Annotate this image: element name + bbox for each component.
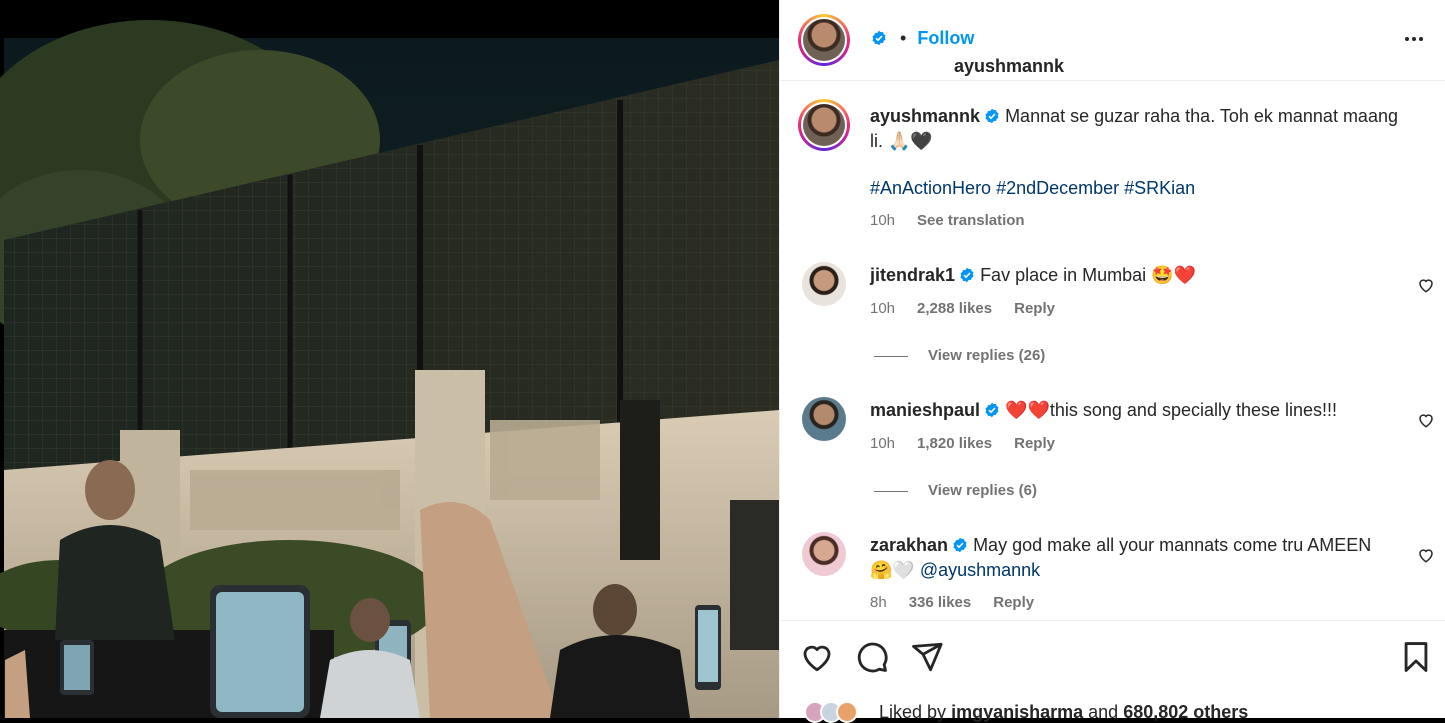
author-avatar[interactable] xyxy=(798,14,850,66)
post-photo-image xyxy=(0,0,779,718)
liked-by-user[interactable]: imgyanisharma xyxy=(951,702,1083,722)
share-icon[interactable] xyxy=(910,640,944,674)
comment-reply-button[interactable]: Reply xyxy=(1014,300,1055,317)
comment-text-block: manieshpaul ❤️❤️this song and specially … xyxy=(870,398,1395,423)
view-replies-line xyxy=(874,490,908,492)
caption-time[interactable]: 10h xyxy=(870,212,895,229)
verified-badge-icon xyxy=(953,537,967,553)
comment-likes[interactable]: 336 likes xyxy=(909,594,972,611)
comment-text-block: jitendrak1 Fav place in Mumbai 🤩❤️ xyxy=(870,263,1395,288)
comment-text-block: zarakhan May god make all your mannats c… xyxy=(870,533,1395,583)
verified-badge-icon xyxy=(985,108,999,124)
comment-text: ❤️❤️this song and specially these lines!… xyxy=(1005,400,1338,420)
view-replies-line xyxy=(874,355,908,357)
caption-text-block: ayushmannk Mannat se guzar raha tha. Toh… xyxy=(870,104,1415,154)
likes-summary[interactable]: Liked by imgyanisharma and 680,802 other… xyxy=(804,701,1248,723)
verified-badge-icon xyxy=(960,267,974,283)
comment-likes[interactable]: 1,820 likes xyxy=(917,435,992,452)
see-translation-button[interactable]: See translation xyxy=(917,212,1025,229)
comment-like-heart-icon[interactable] xyxy=(1417,411,1435,429)
follow-button[interactable]: Follow xyxy=(917,28,974,48)
post-side-panel: ayushmannk • Follow ayushmannk Mannat se… xyxy=(779,0,1445,723)
comment-mention-link[interactable]: @ayushmannk xyxy=(920,560,1040,580)
liked-by-prefix: Liked by xyxy=(879,702,947,722)
comment-time[interactable]: 10h xyxy=(870,435,895,452)
liked-by-count[interactable]: 680,802 others xyxy=(1123,702,1248,722)
post-actions-bar: Liked by imgyanisharma and 680,802 other… xyxy=(780,620,1445,723)
bookmark-icon[interactable] xyxy=(1399,640,1433,674)
caption-meta: 10h See translation xyxy=(870,212,1047,229)
post-photo[interactable] xyxy=(0,0,779,718)
comment-like-heart-icon[interactable] xyxy=(1417,276,1435,294)
more-options-icon[interactable] xyxy=(1399,27,1429,51)
author-username[interactable]: ayushmannk xyxy=(954,56,1064,77)
caption-username[interactable]: ayushmannk xyxy=(870,106,980,126)
commenter-avatar[interactable] xyxy=(802,397,846,441)
heart-icon[interactable] xyxy=(800,640,834,674)
comment-reply-button[interactable]: Reply xyxy=(993,594,1034,611)
comment-username[interactable]: manieshpaul xyxy=(870,400,980,420)
liked-by-middle: and xyxy=(1088,702,1119,722)
view-replies-button[interactable]: View replies (26) xyxy=(874,347,1045,364)
comment-likes[interactable]: 2,288 likes xyxy=(917,300,992,317)
comment-time[interactable]: 8h xyxy=(870,594,887,611)
caption-hashtags[interactable]: #AnActionHero #2ndDecember #SRKian xyxy=(870,176,1395,201)
comment-icon[interactable] xyxy=(855,640,889,674)
comment-username[interactable]: jitendrak1 xyxy=(870,265,955,285)
comments-list[interactable]: ayushmannk Mannat se guzar raha tha. Toh… xyxy=(780,82,1445,618)
comment-meta: 10h 2,288 likes Reply xyxy=(870,300,1077,317)
separator-dot: • xyxy=(900,28,907,48)
commenter-avatar[interactable] xyxy=(802,532,846,576)
view-replies-button[interactable]: View replies (6) xyxy=(874,482,1037,499)
comment-text: Fav place in Mumbai 🤩❤️ xyxy=(980,265,1196,285)
comment-like-heart-icon[interactable] xyxy=(1417,546,1435,564)
comment-username[interactable]: zarakhan xyxy=(870,535,948,555)
comment-time[interactable]: 10h xyxy=(870,300,895,317)
verified-badge-icon xyxy=(872,30,886,46)
post-header: ayushmannk • Follow xyxy=(780,0,1445,81)
liked-by-avatars xyxy=(804,701,874,723)
comment-meta: 8h 336 likes Reply xyxy=(870,594,1056,611)
commenter-avatar[interactable] xyxy=(802,262,846,306)
view-replies-label: View replies (26) xyxy=(928,347,1046,364)
view-replies-label: View replies (6) xyxy=(928,482,1037,499)
comment-meta: 10h 1,820 likes Reply xyxy=(870,435,1077,452)
header-author-line: ayushmannk • Follow xyxy=(867,28,1064,76)
verified-badge-icon xyxy=(985,402,999,418)
comment-reply-button[interactable]: Reply xyxy=(1014,435,1055,452)
caption-author-avatar[interactable] xyxy=(798,99,850,151)
